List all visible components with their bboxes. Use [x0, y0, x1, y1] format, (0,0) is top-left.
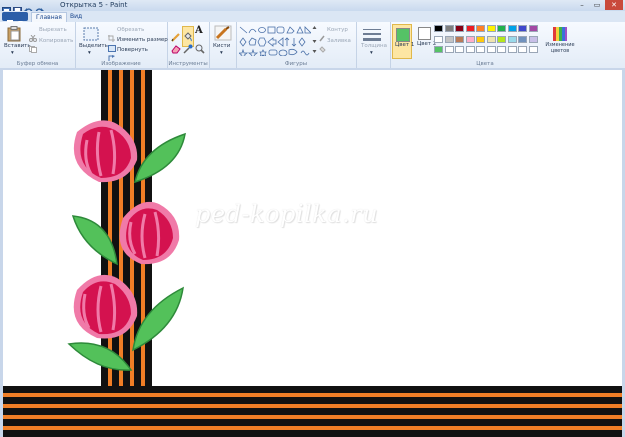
- cut-button[interactable]: Вырезать: [39, 27, 67, 34]
- palette-swatch[interactable]: [434, 46, 443, 53]
- palette-swatch[interactable]: [455, 46, 464, 53]
- color-palette: [434, 25, 542, 57]
- color1-selector[interactable]: Цвет 1: [392, 24, 415, 59]
- outline-button[interactable]: Контур: [327, 27, 348, 34]
- magnifier-icon[interactable]: [195, 39, 205, 58]
- edit-colors-button[interactable]: Изменение цветов: [544, 42, 576, 54]
- select-button[interactable]: Выделить: [79, 43, 108, 50]
- image-group-label: Изображение: [101, 61, 141, 67]
- palette-swatch[interactable]: [486, 25, 496, 32]
- copy-icon[interactable]: [29, 38, 37, 57]
- resize-button[interactable]: Изменить размер: [117, 37, 168, 44]
- size-button[interactable]: Толщина: [361, 43, 387, 50]
- colors-group-label: Цвета: [476, 61, 494, 67]
- palette-swatch[interactable]: [444, 35, 454, 43]
- palette-swatch[interactable]: [507, 46, 517, 53]
- maximize-button[interactable]: ▭: [590, 0, 604, 10]
- clipboard-group-label: Буфер обмена: [16, 61, 59, 67]
- tools-group: A Инструменты: [167, 22, 210, 68]
- color-picker-icon[interactable]: [183, 39, 193, 58]
- palette-swatch[interactable]: [465, 35, 475, 43]
- palette-swatch[interactable]: [518, 46, 527, 53]
- palette-swatch[interactable]: [486, 35, 496, 43]
- palette-swatch[interactable]: [476, 46, 485, 53]
- eraser-icon[interactable]: [171, 39, 181, 58]
- palette-swatch[interactable]: [507, 25, 517, 32]
- postcard-drawing: [3, 70, 622, 437]
- select-dropdown-icon[interactable]: ▾: [88, 50, 91, 57]
- palette-swatch[interactable]: [465, 46, 475, 53]
- redo-icon[interactable]: [35, 1, 44, 16]
- palette-swatch[interactable]: [528, 25, 538, 32]
- paste-dropdown-icon[interactable]: ▾: [11, 50, 14, 57]
- image-group: Выделить ▾ Обрезать Изменить размер Пове…: [75, 22, 168, 68]
- horizontal-ribbon: [3, 386, 622, 437]
- close-button[interactable]: ✕: [605, 0, 623, 10]
- watermark: ped-kopilka.ru: [195, 200, 379, 228]
- shapes-gallery-icon[interactable]: [237, 26, 312, 60]
- copy-button[interactable]: Копировать: [39, 38, 73, 45]
- paste-button[interactable]: Вставить: [4, 43, 31, 50]
- undo-icon[interactable]: [24, 1, 33, 16]
- palette-swatch[interactable]: [455, 25, 464, 32]
- colors-group: Цвет 1 Цвет 2 Изменение цветов Цвета: [390, 22, 580, 68]
- window-title: Открытка 5 - Paint: [60, 1, 128, 9]
- paint-window: Открытка 5 - Paint – ▭ ✕ Главная Вид Вст…: [0, 0, 625, 437]
- tools-group-label: Инструменты: [168, 61, 208, 67]
- window-controls: – ▭ ✕: [575, 0, 623, 10]
- palette-swatch[interactable]: [528, 46, 538, 53]
- brushes-button[interactable]: Кисти: [213, 43, 230, 50]
- shapes-scroll-icon[interactable]: [312, 25, 317, 59]
- palette-swatch[interactable]: [455, 35, 464, 43]
- palette-swatch[interactable]: [518, 35, 527, 43]
- ribbon-tabs: Главная Вид: [0, 11, 625, 25]
- palette-swatch[interactable]: [507, 35, 517, 43]
- palette-swatch[interactable]: [497, 25, 506, 32]
- fill-bucket-icon[interactable]: [319, 38, 326, 57]
- workspace: ped-kopilka.ru: [0, 68, 625, 437]
- tab-view[interactable]: Вид: [66, 12, 86, 22]
- palette-swatch[interactable]: [476, 35, 485, 43]
- brush-icon[interactable]: [214, 25, 232, 45]
- color2-swatch: [418, 27, 431, 40]
- size-dropdown-icon[interactable]: ▾: [370, 50, 373, 57]
- rotate-button[interactable]: Повернуть: [117, 47, 148, 54]
- color1-swatch: [396, 28, 410, 42]
- color1-label: Цвет 1: [395, 42, 415, 48]
- palette-swatch[interactable]: [465, 25, 475, 32]
- text-icon[interactable]: A: [195, 26, 203, 36]
- fill-button[interactable]: Заливка: [327, 38, 351, 45]
- palette-swatch[interactable]: [518, 25, 527, 32]
- crop-button[interactable]: Обрезать: [117, 27, 144, 34]
- clipboard-group: Вставить ▾ Вырезать Копировать Буфер обм…: [0, 22, 76, 68]
- ribbon: Вставить ▾ Вырезать Копировать Буфер обм…: [0, 22, 625, 69]
- customize-toolbar-icon[interactable]: [47, 1, 56, 14]
- color2-selector[interactable]: Цвет 2: [414, 24, 436, 59]
- brushes-dropdown-icon[interactable]: ▾: [220, 50, 223, 57]
- palette-swatch[interactable]: [476, 25, 485, 32]
- palette-swatch[interactable]: [497, 35, 506, 43]
- size-group: Толщина ▾: [356, 22, 391, 68]
- paint-menu-button[interactable]: [2, 12, 28, 25]
- save-icon[interactable]: [13, 1, 22, 16]
- shapes-group-label: Фигуры: [284, 61, 308, 67]
- brushes-group: Кисти ▾: [209, 22, 237, 68]
- minimize-button[interactable]: –: [575, 0, 589, 10]
- palette-swatch[interactable]: [497, 46, 506, 53]
- palette-swatch[interactable]: [444, 46, 454, 53]
- shapes-group: Контур Заливка Фигуры: [236, 22, 357, 68]
- drawing-canvas[interactable]: ped-kopilka.ru: [3, 70, 622, 437]
- palette-swatch[interactable]: [434, 35, 443, 43]
- paint-app-icon[interactable]: [2, 1, 11, 16]
- palette-swatch[interactable]: [444, 25, 454, 32]
- palette-swatch[interactable]: [486, 46, 496, 53]
- palette-swatch[interactable]: [528, 35, 538, 43]
- palette-swatch[interactable]: [434, 25, 443, 32]
